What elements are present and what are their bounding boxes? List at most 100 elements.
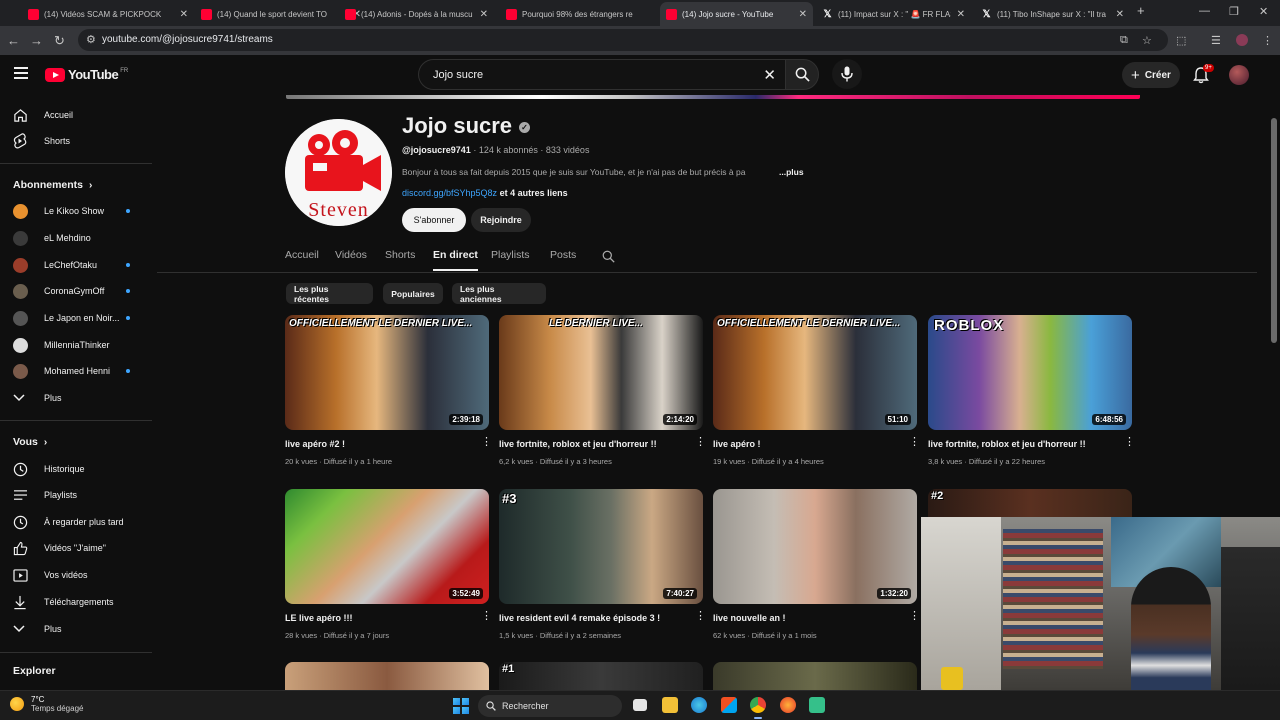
- video-title[interactable]: live apéro !: [713, 439, 898, 449]
- video-thumbnail[interactable]: #1: [499, 662, 703, 690]
- sidebar-subscription[interactable]: CoronaGymOff: [0, 278, 152, 304]
- sidebar-subscription[interactable]: Le Japon en Noir...: [0, 305, 152, 331]
- firefox-icon[interactable]: [780, 697, 796, 713]
- video-thumbnail[interactable]: [285, 662, 489, 690]
- reading-list-icon[interactable]: ☰: [1211, 34, 1221, 47]
- video-thumbnail[interactable]: LE DERNIER LIVE... 2:14:20: [499, 315, 703, 430]
- more-actions-icon[interactable]: ⋮: [909, 437, 920, 448]
- back-icon[interactable]: ←: [7, 33, 20, 48]
- chrome-icon[interactable]: [750, 697, 766, 719]
- sidebar-item-history[interactable]: Historique: [0, 456, 152, 482]
- install-app-icon[interactable]: ⧉: [1120, 34, 1128, 47]
- video-title[interactable]: live nouvelle an !: [713, 613, 898, 623]
- more-actions-icon[interactable]: ⋮: [695, 437, 706, 448]
- search-input[interactable]: Jojo sucre ✕: [418, 59, 786, 90]
- sidebar-item-liked-videos[interactable]: Vidéos "J'aime": [0, 535, 152, 561]
- video-thumbnail[interactable]: ROBLOX 6:48:56: [928, 315, 1132, 430]
- tab-live[interactable]: En direct: [433, 249, 478, 271]
- streaming-app-icon[interactable]: [809, 697, 825, 713]
- voice-search-button[interactable]: [832, 59, 862, 89]
- profile-icon[interactable]: [1236, 34, 1248, 46]
- browser-tab[interactable]: 𝕏 (11) Tibo InShape sur X : "Il tra ✕: [975, 2, 1130, 26]
- minimize-icon[interactable]: —: [1199, 5, 1210, 17]
- sidebar-subscription[interactable]: LeChefOtaku: [0, 252, 152, 278]
- tab-shorts[interactable]: Shorts: [385, 249, 415, 261]
- sidebar-subscription[interactable]: MillenniaThinker: [0, 332, 152, 358]
- edge-icon[interactable]: [691, 697, 707, 713]
- tab-home[interactable]: Accueil: [285, 249, 319, 261]
- task-view-icon[interactable]: [633, 699, 647, 711]
- browser-tab[interactable]: (14) Adonis - Dopés à la muscu ✕: [339, 2, 494, 26]
- sidebar-subscription[interactable]: Le Kikoo Show: [0, 198, 152, 224]
- taskbar-search[interactable]: Rechercher: [478, 695, 622, 717]
- sidebar-item-your-videos[interactable]: Vos vidéos: [0, 562, 152, 588]
- chip-popular[interactable]: Populaires: [383, 283, 443, 304]
- close-tab-icon[interactable]: ✕: [480, 9, 488, 20]
- reload-icon[interactable]: ↻: [54, 33, 65, 49]
- more-actions-icon[interactable]: ⋮: [695, 611, 706, 622]
- sidebar-item-playlists[interactable]: Playlists: [0, 482, 152, 508]
- video-title[interactable]: live resident evil 4 remake épisode 3 !: [499, 613, 684, 623]
- sidebar-item-home[interactable]: Accueil: [0, 102, 152, 128]
- forward-icon[interactable]: →: [30, 33, 43, 48]
- browser-tab[interactable]: Pourquoi 98% des étrangers re: [500, 2, 660, 26]
- create-button[interactable]: + Créer: [1122, 62, 1180, 88]
- youtube-logo[interactable]: YouTube FR: [45, 67, 128, 82]
- browser-tab[interactable]: 𝕏 (11) Impact sur X : " 🚨 FR FLASH ✕: [816, 2, 971, 26]
- close-tab-icon[interactable]: ✕: [1116, 9, 1124, 20]
- tab-videos[interactable]: Vidéos: [335, 249, 367, 261]
- close-tab-icon[interactable]: ✕: [180, 9, 188, 20]
- video-thumbnail[interactable]: 1:32:20: [713, 489, 917, 604]
- more-actions-icon[interactable]: ⋮: [481, 437, 492, 448]
- close-tab-icon[interactable]: ✕: [957, 9, 965, 20]
- close-tab-icon[interactable]: ✕: [799, 9, 807, 20]
- channel-search-icon[interactable]: [602, 250, 615, 263]
- clear-search-icon[interactable]: ✕: [763, 66, 776, 84]
- channel-description[interactable]: Bonjour à tous sa fait depuis 2015 que j…: [402, 167, 772, 177]
- windows-start-icon[interactable]: [453, 698, 469, 714]
- more-actions-icon[interactable]: ⋮: [1124, 437, 1135, 448]
- browser-menu-icon[interactable]: ⋮: [1262, 34, 1273, 47]
- video-thumbnail[interactable]: #2: [928, 489, 1132, 517]
- video-thumbnail[interactable]: #3 7:40:27: [499, 489, 703, 604]
- sidebar-item-downloads[interactable]: Téléchargements: [0, 589, 152, 615]
- chip-oldest[interactable]: Les plus anciennes: [452, 283, 546, 304]
- sidebar-you-more[interactable]: Plus: [0, 616, 152, 642]
- video-thumbnail[interactable]: OFFICIELLEMENT LE DERNIER LIVE... 51:10: [713, 315, 917, 430]
- you-heading[interactable]: Vous ›: [13, 436, 47, 448]
- new-tab-icon[interactable]: +: [1137, 3, 1145, 18]
- more-actions-icon[interactable]: ⋮: [909, 611, 920, 622]
- video-thumbnail[interactable]: 3:52:49: [285, 489, 489, 604]
- join-button[interactable]: Rejoindre: [471, 208, 531, 232]
- more-actions-icon[interactable]: ⋮: [481, 611, 492, 622]
- sidebar-item-watch-later[interactable]: À regarder plus tard: [0, 509, 152, 535]
- sidebar-subscriptions-more[interactable]: Plus: [0, 385, 152, 411]
- browser-tab-active[interactable]: (14) Jojo sucre - YouTube ✕: [660, 2, 813, 26]
- other-links[interactable]: et 4 autres liens: [500, 188, 568, 198]
- address-bar[interactable]: ⚙ youtube.com/@jojosucre9741/streams: [78, 29, 1168, 51]
- file-explorer-icon[interactable]: [662, 697, 678, 713]
- browser-tab[interactable]: (14) Vidéos SCAM & PICKPOCK ✕: [22, 2, 194, 26]
- video-title[interactable]: live apéro #2 !: [285, 439, 470, 449]
- video-title[interactable]: live fortnite, roblox et jeu d'horreur !…: [928, 439, 1113, 449]
- extensions-icon[interactable]: ⬚: [1176, 34, 1186, 47]
- close-window-icon[interactable]: ✕: [1259, 5, 1268, 18]
- restore-icon[interactable]: ❐: [1229, 5, 1239, 18]
- video-title[interactable]: LE live apéro !!!: [285, 613, 470, 623]
- subscriptions-heading[interactable]: Abonnements ›: [13, 179, 92, 191]
- video-title[interactable]: live fortnite, roblox et jeu d'horreur !…: [499, 439, 684, 449]
- sidebar-subscription[interactable]: Mohamed Henni: [0, 358, 152, 384]
- video-thumbnail[interactable]: [713, 662, 917, 690]
- discord-link[interactable]: discord.gg/bfSYhp5Q8z: [402, 188, 497, 198]
- bookmark-star-icon[interactable]: ☆: [1142, 34, 1152, 47]
- subscribe-button[interactable]: S'abonner: [402, 208, 466, 232]
- description-more-link[interactable]: ...plus: [779, 167, 804, 177]
- video-thumbnail[interactable]: OFFICIELLEMENT LE DERNIER LIVE... 2:39:1…: [285, 315, 489, 430]
- scrollbar-thumb[interactable]: [1271, 118, 1277, 343]
- tab-posts[interactable]: Posts: [550, 249, 576, 261]
- sidebar-item-shorts[interactable]: Shorts: [0, 128, 152, 154]
- tab-playlists[interactable]: Playlists: [491, 249, 530, 261]
- chip-recent[interactable]: Les plus récentes: [286, 283, 373, 304]
- weather-widget[interactable]: 7°C Temps dégagé: [10, 695, 83, 713]
- store-icon[interactable]: [721, 697, 737, 713]
